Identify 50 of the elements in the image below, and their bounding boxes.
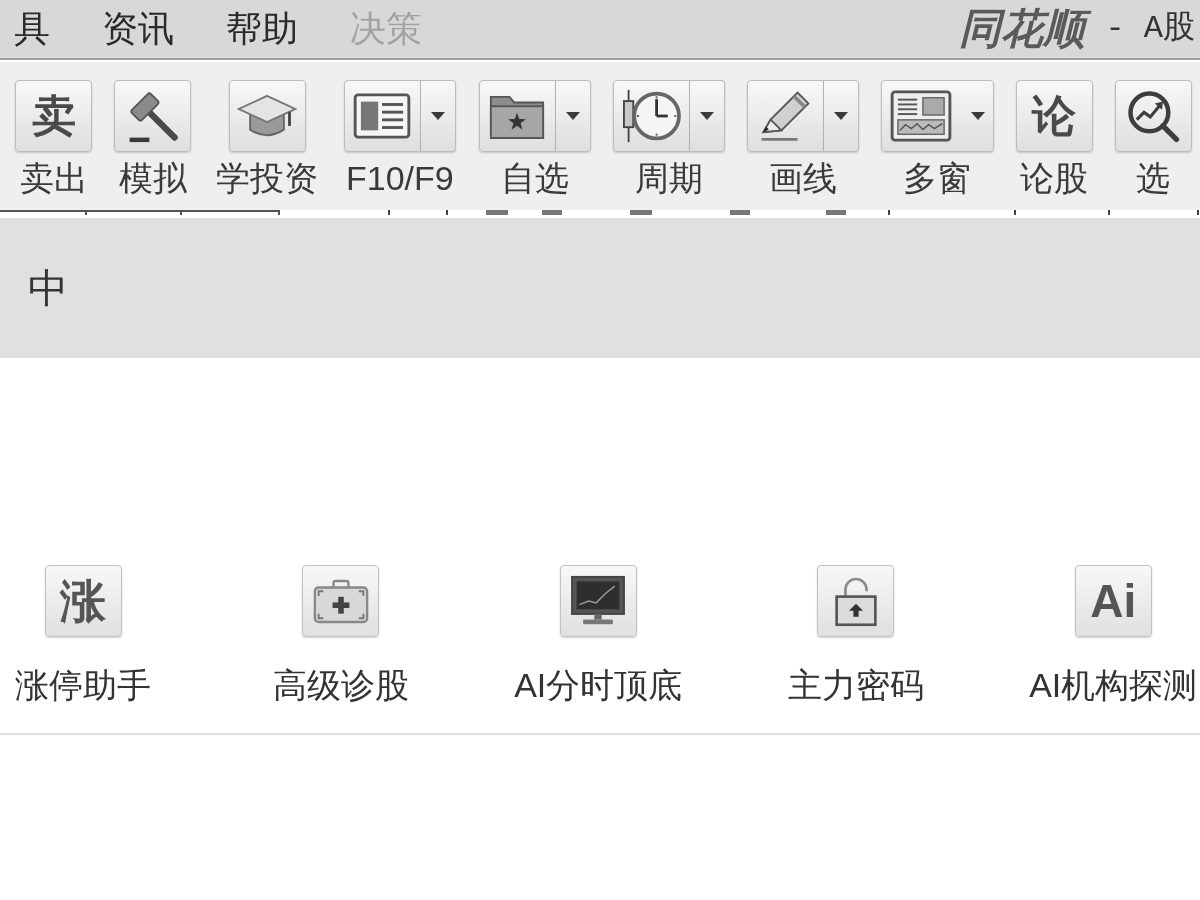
glyph-icon: 涨 (44, 565, 122, 637)
padlock-icon (817, 565, 895, 637)
toolbar-button[interactable] (1114, 80, 1192, 152)
toolbar-button[interactable] (114, 80, 191, 152)
window-panels-icon (889, 90, 952, 142)
menu-item[interactable]: 资讯 (102, 11, 174, 47)
toolbar-label: 学投资 (215, 158, 319, 198)
clock-icon (621, 88, 682, 144)
feature-button[interactable]: Ai AI机构探测 (1029, 565, 1198, 705)
newspaper-icon (353, 93, 412, 139)
feature-button[interactable]: 涨 涨停助手 (15, 565, 152, 705)
feature-button[interactable]: 主力密码 (787, 565, 924, 705)
toolbar-label: 画线 (767, 158, 838, 198)
toolbar-label: 多窗 (902, 158, 973, 198)
toolbar-button[interactable]: 卖 (15, 80, 92, 152)
monitor-chart-icon (559, 565, 637, 637)
toolbar-label: 选 (1135, 158, 1172, 198)
caret-icon (970, 112, 985, 120)
toolbar-label: 自选 (499, 158, 570, 198)
toolbar-button[interactable] (228, 80, 306, 152)
toolbar-button[interactable] (746, 80, 824, 152)
toolbar-button[interactable] (612, 80, 690, 152)
glyph-icon: Ai (1074, 565, 1152, 637)
toolbar-button[interactable] (478, 80, 556, 152)
toolbar-label: 卖出 (18, 158, 89, 198)
medical-case-icon (302, 565, 380, 637)
dropdown-button[interactable] (420, 80, 456, 152)
feature-button[interactable]: 高级诊股 (272, 565, 409, 705)
toolbar-label: 周期 (633, 158, 704, 198)
graduation-cap-icon (237, 93, 297, 139)
toolbar-button[interactable]: 论 (1015, 80, 1093, 152)
toolbar-button[interactable] (880, 80, 994, 152)
toolbar-label: 模拟 (117, 158, 188, 198)
magnifier-chart-icon (1126, 89, 1181, 143)
toolbar-label: 论股 (1019, 158, 1090, 198)
menu-item[interactable]: 帮助 (226, 11, 298, 47)
toolbar-button[interactable] (343, 80, 421, 152)
toolbar-label: F10/F9 (345, 158, 455, 198)
banner-text: 中 (28, 268, 68, 308)
dropdown-button[interactable] (689, 80, 725, 152)
dropdown-button[interactable] (823, 80, 859, 152)
caret-icon (833, 112, 848, 120)
app-logo: 同花顺 (955, 0, 1098, 59)
window-title: - A股 (1105, 13, 1195, 45)
caret-icon (430, 112, 445, 120)
caret-icon (565, 112, 580, 120)
caret-icon (699, 112, 714, 120)
feature-button[interactable]: AI分时顶底 (514, 565, 683, 705)
menu-item[interactable]: 具 (14, 11, 50, 47)
dropdown-button[interactable] (555, 80, 591, 152)
